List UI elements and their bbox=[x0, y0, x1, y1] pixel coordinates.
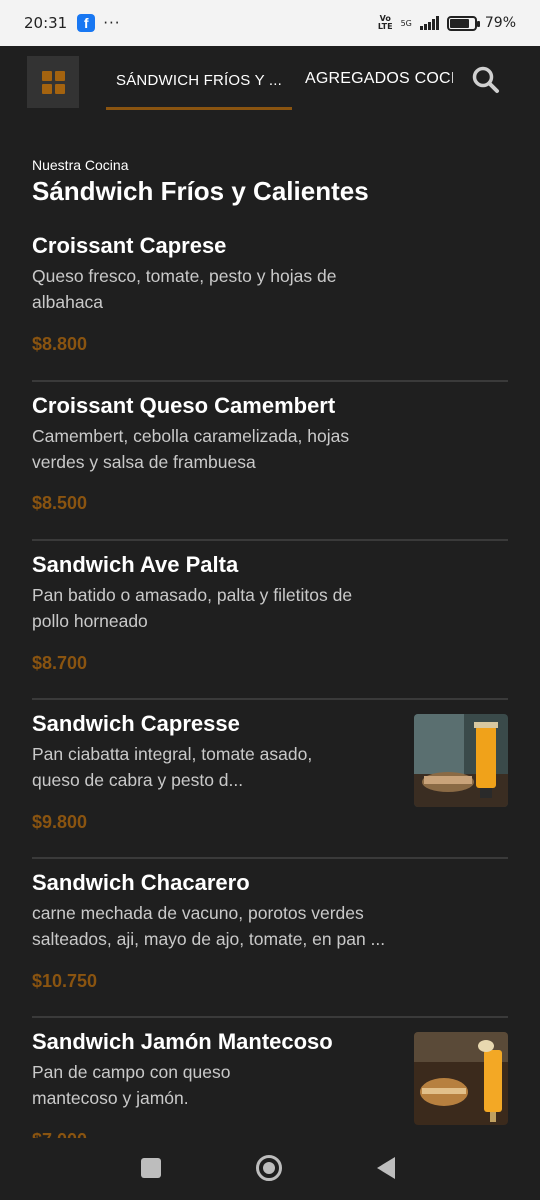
home-circle-icon[interactable] bbox=[256, 1155, 282, 1181]
system-nav-bar bbox=[0, 1138, 540, 1200]
item-description: Pan de campo con queso mantecoso y jamón… bbox=[32, 1062, 231, 1108]
more-notifications-icon: ··· bbox=[103, 14, 121, 32]
section-title: Sándwich Fríos y Calientes bbox=[32, 176, 369, 206]
item-price: $10.750 bbox=[32, 971, 98, 991]
item-name: Sandwich Chacarero bbox=[32, 870, 250, 895]
divider bbox=[32, 698, 508, 700]
menu-item[interactable]: Croissant Caprese Queso fresco, tomate, … bbox=[32, 232, 508, 372]
item-name: Croissant Queso Camembert bbox=[32, 393, 336, 418]
item-description: Pan batido o amasado, palta y filetitos … bbox=[32, 585, 353, 631]
search-icon[interactable] bbox=[470, 64, 502, 96]
divider bbox=[32, 857, 508, 859]
divider bbox=[32, 380, 508, 382]
app-bar: SÁNDWICH FRÍOS Y ... AGREGADOS COCIN bbox=[0, 46, 540, 112]
item-description: Queso fresco, tomate, pesto y hojas de a… bbox=[32, 266, 337, 312]
menu-item[interactable]: Sandwich Chacarero carne mechada de vacu… bbox=[32, 869, 508, 1009]
divider bbox=[32, 1016, 508, 1018]
menu-content[interactable]: Nuestra Cocina Sándwich Fríos y Caliente… bbox=[0, 112, 540, 1138]
battery-icon bbox=[446, 15, 480, 31]
tab-sandwich-frios[interactable]: SÁNDWICH FRÍOS Y ... bbox=[106, 70, 292, 112]
item-name: Croissant Caprese bbox=[32, 233, 227, 258]
menu-item[interactable]: Sandwich Jamón Mantecoso Pan de campo co… bbox=[32, 1028, 508, 1138]
item-price: $9.800 bbox=[32, 812, 88, 832]
item-price: $7.000 bbox=[32, 1130, 87, 1138]
item-price: $8.800 bbox=[32, 334, 88, 354]
facebook-icon: f bbox=[77, 14, 96, 32]
battery-percent: 79% bbox=[484, 15, 516, 31]
status-bar: 20:31 f ··· Vo LTE 5G 79% bbox=[0, 0, 540, 46]
sandwich-capresse-photo bbox=[414, 714, 508, 807]
menu-item[interactable]: Sandwich Ave Palta Pan batido o amasado,… bbox=[32, 551, 508, 691]
back-triangle-icon[interactable] bbox=[377, 1157, 395, 1179]
tab-agregados-cocina[interactable]: AGREGADOS COCIN bbox=[305, 70, 453, 88]
sandwich-jamon-photo bbox=[414, 1032, 508, 1125]
active-tab-indicator bbox=[106, 107, 292, 110]
item-price: $8.700 bbox=[32, 653, 88, 673]
signal-icon bbox=[419, 16, 439, 30]
grid-menu-icon[interactable] bbox=[27, 56, 79, 108]
item-description: Pan ciabatta integral, tomate asado, que… bbox=[32, 744, 313, 790]
square-icon[interactable] bbox=[141, 1158, 161, 1178]
status-time: 20:31 bbox=[24, 14, 68, 32]
menu-item[interactable]: Croissant Queso Camembert Camembert, ceb… bbox=[32, 392, 508, 532]
menu-item[interactable]: Sandwich Capresse Pan ciabatta integral,… bbox=[32, 710, 508, 850]
item-name: Sandwich Ave Palta bbox=[32, 552, 239, 577]
network-label: 5G bbox=[400, 18, 412, 28]
divider bbox=[32, 539, 508, 541]
volte-icon: Vo LTE bbox=[377, 14, 393, 31]
item-price: $8.500 bbox=[32, 493, 88, 513]
section-eyebrow: Nuestra Cocina bbox=[32, 157, 129, 173]
item-description: carne mechada de vacuno, porotos verdes … bbox=[32, 903, 386, 949]
item-description: Camembert, cebolla caramelizada, hojas v… bbox=[32, 426, 350, 472]
